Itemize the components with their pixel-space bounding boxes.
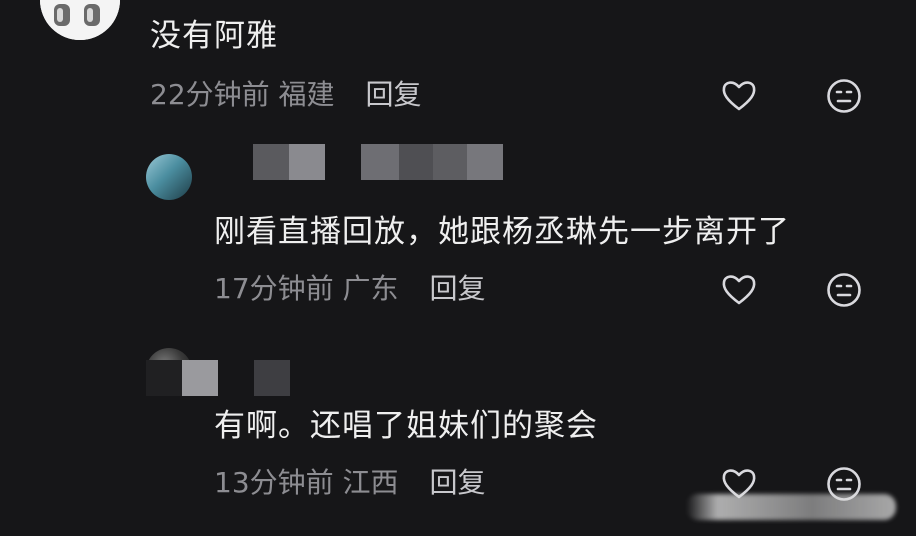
comment-location: 福建 (278, 78, 335, 111)
neutral-face-icon[interactable] (824, 76, 864, 116)
comment-time: 22分钟前 (150, 78, 270, 111)
comment-time: 17分钟前 (214, 272, 334, 305)
comment-meta: 22分钟前 福建 回复 (150, 77, 421, 113)
comment-location: 江西 (342, 466, 399, 499)
comment-item: 没有阿雅 22分钟前 福建 回复 (0, 0, 916, 130)
comment-time: 13分钟前 (214, 466, 334, 499)
reply-button[interactable]: 回复 (429, 466, 485, 499)
heart-outline-icon[interactable] (719, 76, 759, 116)
reply-button[interactable]: 回复 (429, 272, 485, 305)
comment-meta: 13分钟前 江西 回复 (214, 465, 485, 501)
avatar-image (40, 0, 120, 40)
username-blurred[interactable] (253, 144, 503, 180)
watermark (686, 494, 896, 520)
reply-button[interactable]: 回复 (365, 78, 421, 111)
comment-text: 没有阿雅 (150, 18, 278, 54)
comment-location: 广东 (342, 272, 399, 305)
comment-text: 有啊。还唱了姐妹们的聚会 (214, 408, 598, 444)
avatar[interactable] (40, 0, 120, 40)
avatar[interactable] (146, 154, 192, 200)
comment-text: 刚看直播回放，她跟杨丞琳先一步离开了 (214, 214, 790, 250)
neutral-face-icon[interactable] (824, 270, 864, 310)
comment-meta: 17分钟前 广东 回复 (214, 271, 485, 307)
username-blurred[interactable] (146, 360, 290, 396)
heart-outline-icon[interactable] (719, 270, 759, 310)
comment-item: 刚看直播回放，她跟杨丞琳先一步离开了 17分钟前 广东 回复 (0, 140, 916, 320)
